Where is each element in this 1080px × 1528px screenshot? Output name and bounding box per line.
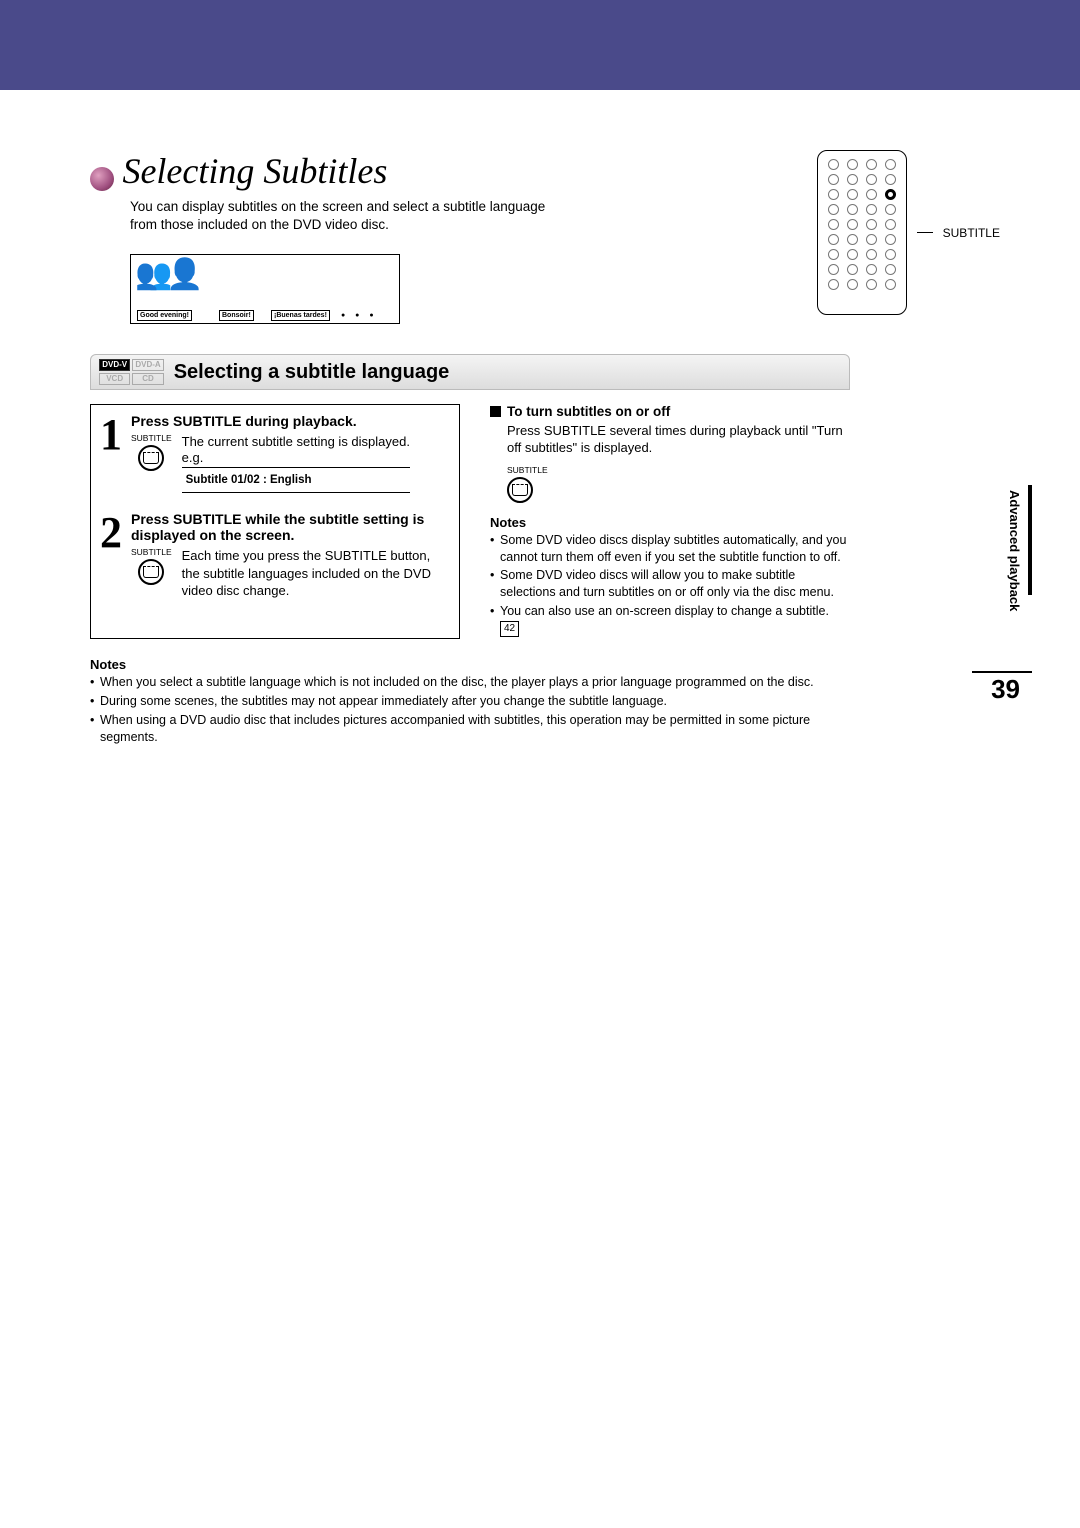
step-number-2: 2 bbox=[99, 515, 123, 600]
section-heading: DVD-V DVD-A VCD CD Selecting a subtitle … bbox=[90, 354, 850, 389]
subtitle-button-icon: SUBTITLE bbox=[507, 465, 850, 503]
subtitle-button-icon: SUBTITLE bbox=[131, 433, 172, 471]
subtitle-button-on-remote bbox=[885, 189, 896, 200]
speech-bubble-3: ¡Buenas tardes! bbox=[271, 310, 330, 321]
osd-example: Subtitle 01/02 : English bbox=[182, 467, 410, 493]
intro-text: You can display subtitles on the screen … bbox=[130, 198, 550, 234]
step-1-desc: The current subtitle setting is displaye… bbox=[182, 433, 410, 451]
remote-callout-label: SUBTITLE bbox=[943, 226, 1000, 240]
note-item: Some DVD video discs display subtitles a… bbox=[490, 532, 850, 566]
illustration: 👥👤 Good evening! Bonsoir! ¡Buenas tardes… bbox=[130, 254, 400, 324]
step-number-1: 1 bbox=[99, 417, 123, 494]
note-item: When you select a subtitle language whic… bbox=[90, 674, 850, 691]
speech-bubble-2: Bonsoir! bbox=[219, 310, 254, 321]
step-2-desc: Each time you press the SUBTITLE button,… bbox=[182, 547, 447, 600]
illustration-people: 👥👤 bbox=[135, 257, 198, 292]
page-number-rule bbox=[972, 671, 1032, 673]
section-title: Selecting a subtitle language bbox=[174, 361, 450, 384]
step-2-title: Press SUBTITLE while the subtitle settin… bbox=[131, 511, 447, 543]
subtitle-button-icon: SUBTITLE bbox=[131, 547, 172, 585]
note-item: When using a DVD audio disc that include… bbox=[90, 712, 850, 746]
top-bar bbox=[0, 0, 1080, 90]
toggle-heading: To turn subtitles on or off bbox=[507, 404, 670, 419]
example-label: e.g. bbox=[182, 450, 410, 465]
page-title: Selecting Subtitles bbox=[122, 151, 387, 191]
bottom-notes: Notes When you select a subtitle languag… bbox=[90, 657, 850, 746]
remote-diagram: SUBTITLE bbox=[817, 150, 1000, 315]
notes-heading: Notes bbox=[90, 657, 850, 672]
note-item: Some DVD video discs will allow you to m… bbox=[490, 567, 850, 601]
page-number: 39 bbox=[991, 674, 1020, 705]
badge-vcd: VCD bbox=[99, 373, 130, 385]
note-item: You can also use an on-screen display to… bbox=[490, 603, 850, 637]
badge-dvd-v: DVD-V bbox=[99, 359, 130, 371]
illustration-dots: ● ● ● bbox=[341, 312, 378, 319]
title-ornament bbox=[90, 167, 114, 191]
side-tab-bar bbox=[1028, 485, 1032, 595]
steps-panel: 1 Press SUBTITLE during playback. SUBTIT… bbox=[90, 404, 460, 639]
toggle-desc: Press SUBTITLE several times during play… bbox=[507, 422, 850, 457]
speech-bubble-1: Good evening! bbox=[137, 310, 192, 321]
right-column: To turn subtitles on or off Press SUBTIT… bbox=[490, 404, 850, 639]
badge-dvd-a: DVD-A bbox=[132, 359, 163, 371]
notes-heading: Notes bbox=[490, 515, 850, 530]
page-ref: 42 bbox=[500, 621, 519, 637]
side-tab-label: Advanced playback bbox=[1007, 490, 1022, 611]
badge-cd: CD bbox=[132, 373, 163, 385]
step-1-title: Press SUBTITLE during playback. bbox=[131, 413, 447, 429]
note-item: During some scenes, the subtitles may no… bbox=[90, 693, 850, 710]
